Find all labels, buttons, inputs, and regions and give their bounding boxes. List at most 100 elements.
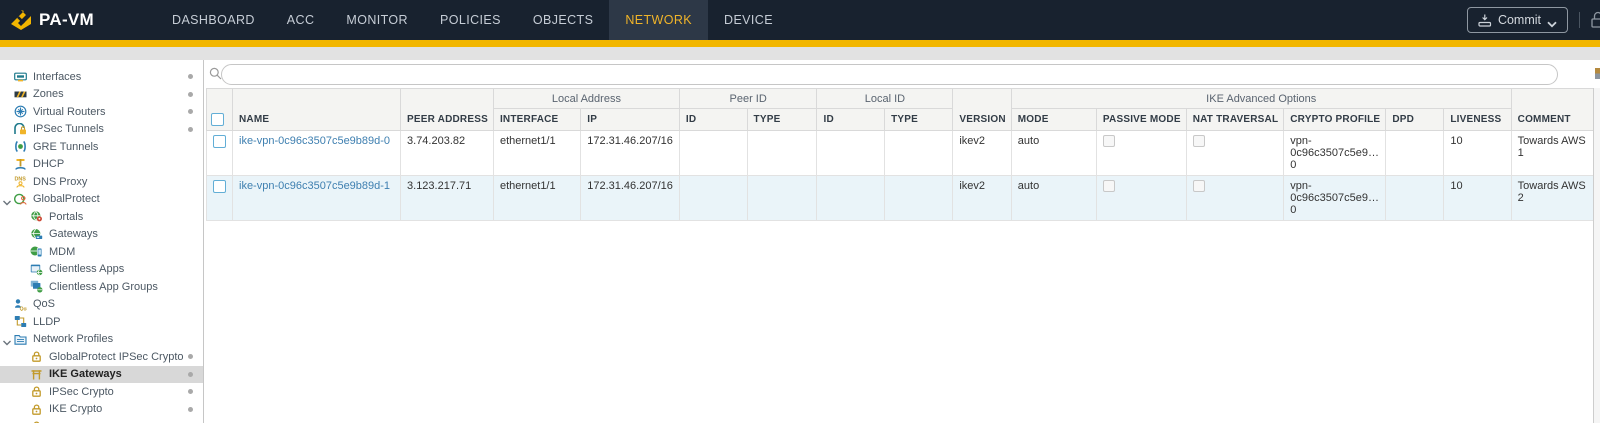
row-checkbox[interactable]	[213, 135, 226, 148]
select-all-checkbox[interactable]	[211, 113, 224, 126]
sidebar-item-globalprotect[interactable]: GlobalProtect	[0, 191, 203, 209]
sidebar-item-dns-proxy[interactable]: DNSDNS Proxy	[0, 173, 203, 191]
nav-tab-policies[interactable]: POLICIES	[424, 0, 517, 40]
sidebar-item-gre-tunnels[interactable]: GRE Tunnels	[0, 138, 203, 156]
sidebar-item-mdm[interactable]: MDM	[0, 243, 203, 261]
cell-version: ikev2	[953, 131, 1011, 176]
sidebar-item-dhcp[interactable]: DHCP	[0, 156, 203, 174]
chevron-down-icon[interactable]	[2, 335, 12, 345]
sidebar-item-label: LLDP	[33, 316, 61, 328]
sidebar-item-label: Clientless Apps	[49, 263, 124, 275]
sidebar-item-label: DNS Proxy	[33, 176, 87, 188]
column-header-interface[interactable]: INTERFACE	[493, 109, 580, 131]
sidebar-item-qos[interactable]: QoSQoS	[0, 296, 203, 314]
commit-button[interactable]: Commit	[1467, 7, 1568, 33]
chevron-down-icon	[1547, 17, 1557, 24]
lock-icon	[30, 350, 43, 363]
column-header-type[interactable]: TYPE	[747, 109, 817, 131]
cell-interface: ethernet1/1	[493, 131, 580, 176]
cell-crypto-profile: vpn- 0c96c3507c5e9… 0	[1284, 131, 1386, 176]
column-header-id[interactable]: ID	[679, 109, 747, 131]
svg-text:QoS: QoS	[20, 306, 27, 310]
gre-tunnels-icon	[14, 140, 27, 153]
sidebar-item-lldp[interactable]: LLDP	[0, 313, 203, 331]
nat-traversal-checkbox[interactable]	[1193, 180, 1205, 192]
search-input[interactable]	[221, 64, 1558, 85]
cell-crypto-profile: vpn- 0c96c3507c5e9… 0	[1284, 176, 1386, 221]
row-checkbox[interactable]	[213, 180, 226, 193]
group-header-local-address: Local Address	[493, 89, 679, 109]
sidebar-item-ike-crypto[interactable]: IKE Crypto	[0, 401, 203, 419]
cell-name: ike-vpn-0c96c3507c5e9b89d-0	[233, 131, 401, 176]
column-header-version[interactable]: VERSION	[953, 89, 1011, 131]
sidebar-item-globalprotect-ipsec-crypto[interactable]: GlobalProtect IPSec Crypto	[0, 348, 203, 366]
nav-tab-network[interactable]: NETWORK	[609, 0, 708, 40]
status-dot	[188, 109, 193, 114]
table-row: ike-vpn-0c96c3507c5e9b89d-03.74.203.82et…	[207, 131, 1600, 176]
cell-local-id	[817, 176, 885, 221]
nat-traversal-checkbox[interactable]	[1193, 135, 1205, 147]
sidebar-item-label: Gateways	[49, 228, 98, 240]
sidebar-item-label: GlobalProtect IPSec Crypto	[49, 351, 184, 363]
nav-tab-acc[interactable]: ACC	[271, 0, 331, 40]
chevron-down-icon[interactable]	[2, 195, 12, 205]
nav-tab-device[interactable]: DEVICE	[708, 0, 789, 40]
cell-nat-traversal	[1186, 131, 1284, 176]
group-header-local-id: Local ID	[817, 89, 953, 109]
column-header-liveness[interactable]: LIVENESS	[1444, 109, 1511, 131]
nav-tab-objects[interactable]: OBJECTS	[517, 0, 609, 40]
sidebar-item-ipsec-tunnels[interactable]: IPSec Tunnels	[0, 121, 203, 139]
sidebar-item-zones[interactable]: Zones	[0, 86, 203, 104]
qos-icon: QoS	[14, 298, 27, 311]
partial-filter-icon[interactable]	[1595, 68, 1600, 79]
sidebar-item-clientless-apps[interactable]: Clientless Apps	[0, 261, 203, 279]
sidebar-item-gateways[interactable]: Gateways	[0, 226, 203, 244]
nav-tab-dashboard[interactable]: DASHBOARD	[156, 0, 271, 40]
gateway-name-link[interactable]: ike-vpn-0c96c3507c5e9b89d-0	[239, 135, 390, 147]
filter-bar	[204, 60, 1600, 86]
checkbox-column-header	[207, 89, 233, 131]
sidebar-item-virtual-routers[interactable]: Virtual Routers	[0, 103, 203, 121]
network-sidebar: Interfaces Zones Virtual RoutersIPSec Tunn…	[0, 60, 204, 423]
column-header-passive-mode[interactable]: PASSIVE MODE	[1096, 109, 1186, 131]
globalprotect-icon	[14, 193, 27, 206]
column-header-peer-address[interactable]: PEER ADDRESS	[401, 89, 494, 131]
cell-local-id-type	[885, 176, 953, 221]
sidebar-item-network-profiles[interactable]: Network Profiles	[0, 331, 203, 349]
passive-mode-checkbox[interactable]	[1103, 180, 1115, 192]
column-header-type[interactable]: TYPE	[885, 109, 953, 131]
navbar-divider	[1579, 12, 1580, 28]
cell-version: ikev2	[953, 176, 1011, 221]
sidebar-item-ipsec-crypto[interactable]: IPSec Crypto	[0, 383, 203, 401]
main-panel: NAMEPEER ADDRESSLocal AddressPeer IDLoca…	[204, 60, 1600, 423]
cell-name: ike-vpn-0c96c3507c5e9b89d-1	[233, 176, 401, 221]
ike-gateways-icon	[30, 368, 43, 381]
nav-tab-monitor[interactable]: MONITOR	[330, 0, 424, 40]
column-header-name[interactable]: NAME	[233, 89, 401, 131]
cell-passive-mode	[1096, 131, 1186, 176]
sidebar-item-interfaces[interactable]: Interfaces	[0, 68, 203, 86]
cell-select	[207, 176, 233, 221]
unlock-icon[interactable]	[1591, 11, 1600, 29]
column-header-crypto-profile[interactable]: CRYPTO PROFILE	[1284, 109, 1386, 131]
ike-gateways-table: NAMEPEER ADDRESSLocal AddressPeer IDLoca…	[206, 88, 1600, 221]
sidebar-item-ike-gateways[interactable]: IKE Gateways	[0, 366, 203, 384]
zones-icon	[14, 88, 27, 101]
sidebar-item-portals[interactable]: Portals	[0, 208, 203, 226]
gateway-name-link[interactable]: ike-vpn-0c96c3507c5e9b89d-1	[239, 180, 390, 192]
column-header-mode[interactable]: MODE	[1011, 109, 1096, 131]
table-right-scrollbar[interactable]	[1593, 88, 1600, 423]
cell-select	[207, 131, 233, 176]
sidebar-item-partial[interactable]	[0, 418, 203, 423]
top-navbar: PA-VM DASHBOARDACCMONITORPOLICIESOBJECTS…	[0, 0, 1600, 40]
passive-mode-checkbox[interactable]	[1103, 135, 1115, 147]
sidebar-item-label: IKE Crypto	[49, 403, 102, 415]
column-header-dpd[interactable]: DPD	[1386, 109, 1444, 131]
column-header-id[interactable]: ID	[817, 109, 885, 131]
column-header-comment[interactable]: COMMENT	[1511, 89, 1599, 131]
column-header-nat-traversal[interactable]: NAT TRAVERSAL	[1186, 109, 1284, 131]
sidebar-item-label: Zones	[33, 88, 64, 100]
column-header-ip[interactable]: IP	[581, 109, 680, 131]
sidebar-item-label: Interfaces	[33, 71, 81, 83]
sidebar-item-clientless-app-groups[interactable]: Clientless App Groups	[0, 278, 203, 296]
